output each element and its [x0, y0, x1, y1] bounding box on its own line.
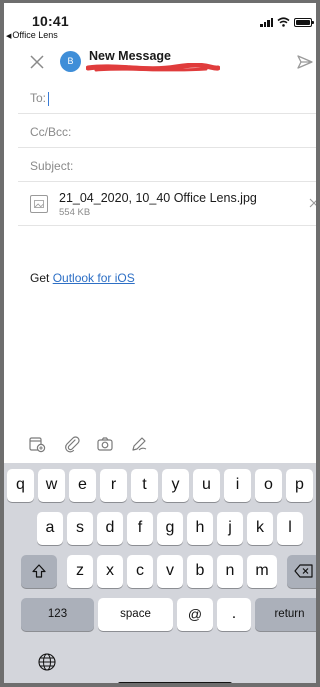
divider	[18, 113, 316, 114]
at-key[interactable]: @	[177, 598, 213, 631]
text-caret	[48, 91, 50, 106]
remove-attachment-icon[interactable]	[308, 197, 320, 209]
close-icon[interactable]	[26, 51, 48, 73]
phone-screen: 10:41 ◀Office Lens B New Message To: Cc/…	[0, 0, 320, 687]
key[interactable]: o	[255, 469, 282, 502]
key[interactable]: i	[224, 469, 251, 502]
shift-key[interactable]	[21, 555, 57, 588]
key[interactable]: f	[127, 512, 153, 545]
backspace-icon	[293, 564, 313, 578]
period-key[interactable]: .	[217, 598, 251, 631]
key[interactable]: q	[7, 469, 34, 502]
signal-icon	[260, 17, 273, 27]
to-label: To:	[30, 91, 47, 105]
key[interactable]: w	[38, 469, 65, 502]
key[interactable]: v	[157, 555, 183, 588]
divider	[18, 147, 316, 148]
subject-field[interactable]: Subject:	[30, 159, 73, 173]
attachment-name: 21_04_2020, 10_40 Office Lens.jpg	[59, 191, 257, 205]
back-to-app-link[interactable]: ◀Office Lens	[6, 30, 58, 40]
key[interactable]: l	[277, 512, 303, 545]
key[interactable]: s	[67, 512, 93, 545]
account-avatar[interactable]: B	[60, 51, 81, 72]
battery-icon	[294, 17, 314, 27]
compose-title: New Message	[89, 49, 171, 63]
compose-header: B New Message	[4, 43, 316, 83]
to-field[interactable]: To:	[30, 91, 50, 106]
subject-label: Subject:	[30, 159, 74, 173]
send-icon[interactable]	[296, 53, 314, 71]
status-icons	[260, 17, 314, 27]
key[interactable]: k	[247, 512, 273, 545]
shift-icon	[32, 564, 46, 578]
key[interactable]: p	[286, 469, 313, 502]
key[interactable]: g	[157, 512, 183, 545]
paperclip-icon[interactable]	[63, 435, 81, 453]
attachment-size: 554 KB	[59, 207, 91, 218]
backspace-key[interactable]	[287, 555, 316, 588]
signature-text: Get	[30, 271, 53, 285]
key[interactable]: j	[217, 512, 243, 545]
back-arrow-icon: ◀	[6, 33, 12, 40]
status-time: 10:41	[32, 13, 69, 29]
key[interactable]: b	[187, 555, 213, 588]
on-screen-keyboard: q w e r t y u i o p a s d f g h j k l z …	[4, 463, 316, 683]
cc-bcc-label: Cc/Bcc:	[30, 125, 72, 139]
key[interactable]: x	[97, 555, 123, 588]
outlook-ios-link[interactable]: Outlook for iOS	[53, 271, 135, 285]
status-bar: 10:41 ◀Office Lens	[4, 3, 316, 43]
key[interactable]: a	[37, 512, 63, 545]
cc-bcc-field[interactable]: Cc/Bcc:	[30, 125, 71, 139]
key[interactable]: y	[162, 469, 189, 502]
divider	[18, 225, 316, 226]
key[interactable]: n	[217, 555, 243, 588]
pen-draw-icon[interactable]	[130, 435, 148, 453]
numbers-key[interactable]: 123	[21, 598, 94, 631]
globe-icon[interactable]	[37, 652, 57, 672]
key[interactable]: u	[193, 469, 220, 502]
key[interactable]: z	[67, 555, 93, 588]
home-indicator[interactable]	[118, 682, 232, 683]
compose-toolbar	[4, 431, 316, 461]
attach-camera-file-icon[interactable]	[28, 435, 46, 453]
return-key[interactable]: return	[255, 598, 316, 631]
divider	[18, 181, 316, 182]
key[interactable]: d	[97, 512, 123, 545]
key[interactable]: e	[69, 469, 96, 502]
key[interactable]: h	[187, 512, 213, 545]
message-body[interactable]: Get Outlook for iOS	[30, 271, 135, 285]
redaction-scribble	[86, 63, 220, 72]
wifi-icon	[277, 17, 290, 27]
key[interactable]: m	[247, 555, 277, 588]
key[interactable]: r	[100, 469, 127, 502]
space-key[interactable]: space	[98, 598, 173, 631]
image-file-icon	[30, 195, 48, 213]
key[interactable]: c	[127, 555, 153, 588]
key[interactable]: t	[131, 469, 158, 502]
back-app-label: Office Lens	[12, 30, 58, 40]
camera-icon[interactable]	[96, 435, 114, 453]
